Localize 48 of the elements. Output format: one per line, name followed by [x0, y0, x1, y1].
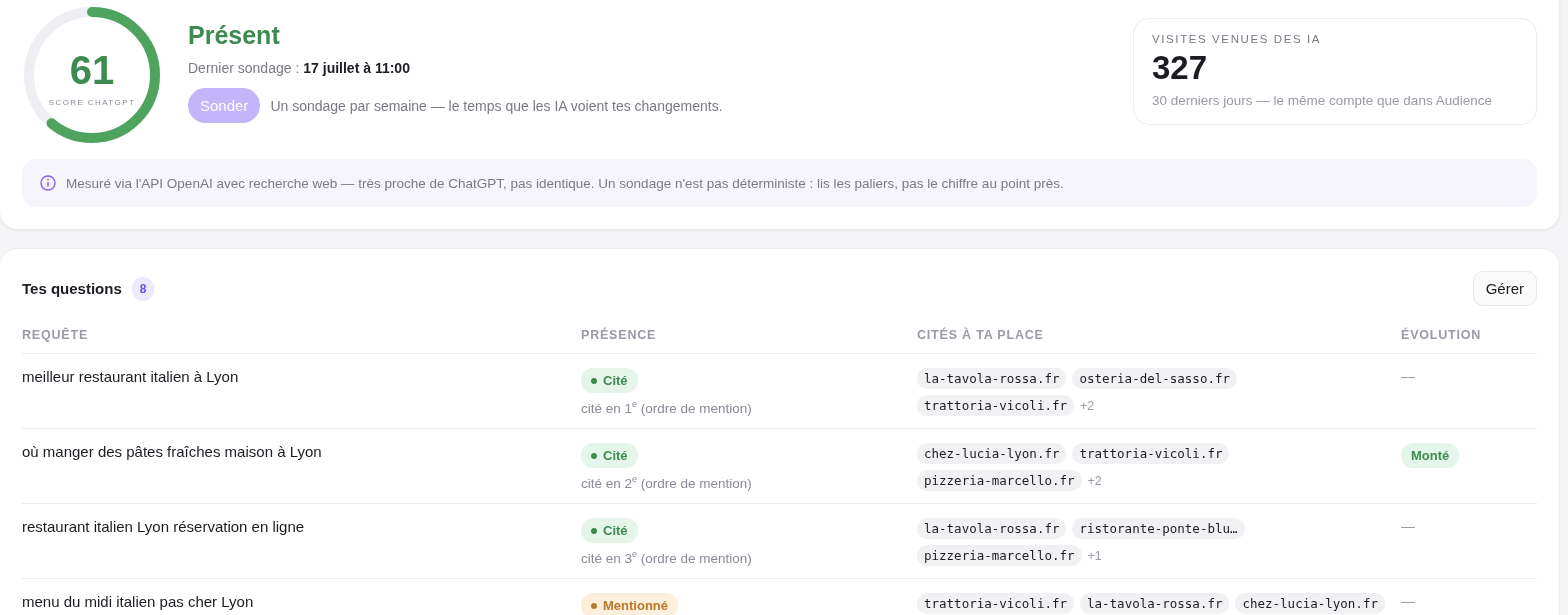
query-text: restaurant italien Lyon réservation en ligne: [22, 518, 305, 535]
domain-chip: la-tavola-rossa.fr: [1080, 593, 1230, 614]
query-text: menu du midi italien pas cher Lyon: [22, 593, 254, 610]
presence-badge: Cité: [581, 518, 638, 543]
last-probe-date: 17 juillet à 11:00: [303, 60, 410, 76]
presence-badge: Mentionné: [581, 593, 678, 615]
evolution-badge: Monté: [1401, 443, 1460, 468]
manage-button[interactable]: Gérer: [1472, 271, 1537, 306]
domain-chip: ristorante-ponte-blu…: [1072, 518, 1245, 539]
domain-chip: la-tavola-rossa.fr: [917, 518, 1067, 539]
more-count: +2: [1080, 398, 1095, 413]
rank-text: cité en 1$^{e}$ (ordre de mention): [581, 399, 752, 416]
last-probe-label: Dernier sondage :: [188, 60, 300, 76]
stat-caption: 30 derniers jours — le même compte que dans Audience: [1152, 93, 1493, 108]
rank-text: cité en 3$^{e}$ (ordre de mention): [581, 549, 752, 566]
domain-chip: pizzeria-marcello.fr: [917, 545, 1082, 566]
probe-note: Un sondage par semaine — le temps que les IA voient tes changements.: [270, 97, 723, 114]
domain-chip: chez-lucia-lyon.fr: [917, 443, 1067, 464]
stat-value: 327: [1152, 49, 1209, 87]
evolution-text: —: [1401, 593, 1415, 609]
score-label: SCORE CHATGPT: [48, 97, 136, 107]
status-title: Présent: [188, 21, 281, 50]
domain-chip: trattoria-vicoli.fr: [1072, 443, 1230, 464]
rank-text: cité en 2$^{e}$ (ordre de mention): [581, 474, 752, 491]
query-text: meilleur restaurant italien à Lyon: [22, 368, 239, 385]
more-count: +1: [1087, 548, 1102, 563]
count-badge: 8: [131, 276, 155, 301]
stat-label: VISITES VENUES DES IA: [1152, 33, 1323, 45]
domain-chip: chez-lucia-lyon.fr: [1235, 593, 1385, 614]
more-count: +2: [1087, 473, 1102, 488]
info-text: Mesuré via l'API OpenAI avec recherche web — très proche de ChatGPT, pas identique. Un sondage n'est pas déterministe : lis les paliers, pas le chiffre au point près.: [66, 175, 1064, 191]
column-header: CITÉS À TA PLACE: [917, 316, 1401, 354]
presence-badge: Cité: [581, 443, 638, 468]
column-header: PRÉSENCE: [581, 316, 917, 354]
presence-badge: Cité: [581, 368, 638, 393]
column-header: REQUÊTE: [22, 316, 581, 354]
evolution-text: —: [1401, 518, 1415, 534]
column-header: ÉVOLUTION: [1401, 316, 1537, 354]
section-title: Tes questions: [22, 280, 122, 297]
domain-chip: osteria-del-sasso.fr: [1072, 368, 1237, 389]
domain-chip: trattoria-vicoli.fr: [917, 395, 1074, 416]
domain-chip: la-tavola-rossa.fr: [917, 368, 1067, 389]
query-text: où manger des pâtes fraîches maison à Lyon: [22, 443, 322, 460]
score-value: 61: [69, 49, 115, 90]
domain-chip: trattoria-vicoli.fr: [917, 593, 1074, 614]
evolution-text: —: [1401, 368, 1415, 384]
domain-chip: pizzeria-marcello.fr: [917, 470, 1082, 491]
info-icon: [40, 175, 56, 191]
